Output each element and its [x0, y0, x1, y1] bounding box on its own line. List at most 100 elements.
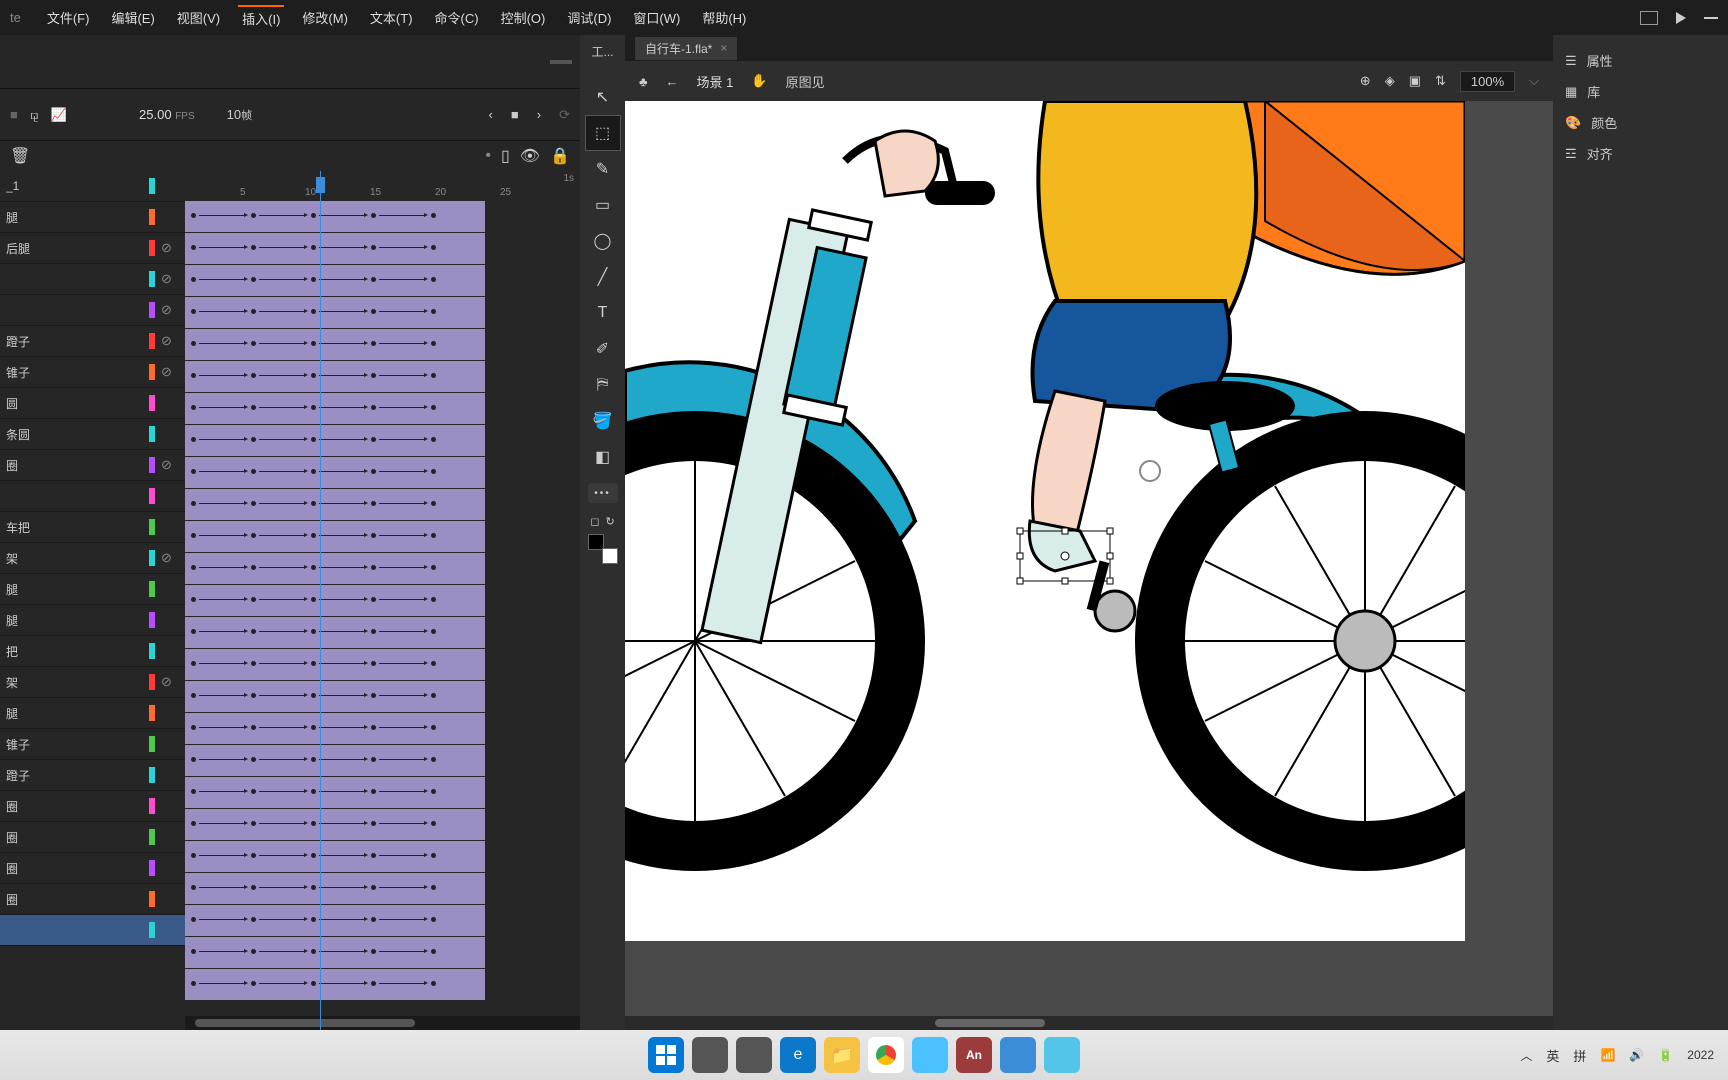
frames-grid[interactable]: 5 10 15 20 25 1s — [185, 171, 580, 1030]
tool-free-transform[interactable]: ⬚ — [585, 115, 621, 151]
close-tab-icon[interactable]: × — [720, 41, 727, 55]
frame-row[interactable] — [185, 873, 485, 904]
hand-icon[interactable]: ✋ — [751, 73, 767, 89]
taskbar-app-blue[interactable] — [1000, 1037, 1036, 1073]
stepper-icon[interactable]: ⇅ — [1435, 73, 1446, 89]
tool-oval[interactable]: ◯ — [585, 223, 621, 259]
zoom-chevron-icon[interactable]: ⌵ — [1529, 73, 1539, 89]
rotate-icon[interactable]: ◈ — [1385, 73, 1395, 89]
menu-text[interactable]: 文本(T) — [366, 6, 417, 29]
frame-row[interactable] — [185, 681, 485, 712]
layer-row[interactable]: 蹬子 — [0, 760, 185, 791]
fps-value[interactable]: 25.00 — [139, 107, 172, 122]
back-icon[interactable]: ← — [666, 74, 679, 89]
layer-row[interactable]: 圈 ⊘ — [0, 450, 185, 481]
taskbar-app-circle[interactable] — [1044, 1037, 1080, 1073]
layer-row[interactable]: ⊘ — [0, 295, 185, 326]
frame-row[interactable] — [185, 489, 485, 520]
frame-row[interactable] — [185, 649, 485, 680]
tool-eyedropper[interactable]: ✐ — [585, 331, 621, 367]
menu-commands[interactable]: 命令(C) — [431, 6, 483, 29]
layer-row[interactable]: ⊘ — [0, 264, 185, 295]
tool-line[interactable]: ╱ — [585, 259, 621, 295]
layer-row[interactable]: 腿 — [0, 698, 185, 729]
battery-icon[interactable]: 🔋 — [1658, 1048, 1673, 1062]
swap-arrow-icon[interactable]: ↻ — [605, 515, 614, 528]
layer-row[interactable]: 车把 — [0, 512, 185, 543]
minimize-icon[interactable] — [1704, 17, 1718, 19]
ime-mode[interactable]: 拼 — [1573, 1046, 1586, 1065]
frame-row[interactable] — [185, 777, 485, 808]
layer-visibility-icon[interactable]: ⊘ — [161, 302, 179, 318]
layer-row[interactable]: 条圆 — [0, 419, 185, 450]
tool-eraser[interactable]: ◧ — [585, 439, 621, 475]
layer-visibility-icon[interactable]: ⊘ — [161, 674, 179, 690]
volume-icon[interactable]: 🔊 — [1629, 1048, 1644, 1062]
layer-visibility-icon[interactable]: ⊘ — [161, 364, 179, 380]
panel-align[interactable]: ☲ 对齐 — [1561, 138, 1720, 169]
tray-chevron-icon[interactable]: ︿ — [1520, 1047, 1532, 1064]
layer-row[interactable] — [0, 481, 185, 512]
layer-row[interactable]: 腿 — [0, 574, 185, 605]
workspace-icon[interactable] — [1640, 11, 1658, 25]
dot-icon[interactable]: • — [485, 147, 491, 165]
current-frame[interactable]: 10 — [227, 107, 241, 122]
frame-row[interactable] — [185, 329, 485, 360]
layer-row[interactable]: 把 — [0, 636, 185, 667]
timeline-ruler[interactable]: 5 10 15 20 25 1s — [185, 171, 580, 201]
graph-icon[interactable]: ⚼ — [30, 107, 39, 123]
tool-brush[interactable]: ✎ — [585, 151, 621, 187]
frame-row[interactable] — [185, 457, 485, 488]
visibility-header-icon[interactable]: 👁 — [520, 146, 540, 166]
taskbar-chrome[interactable] — [868, 1037, 904, 1073]
background-color[interactable] — [602, 548, 618, 564]
layer-row[interactable]: 腿 — [0, 605, 185, 636]
tool-rectangle[interactable]: ▭ — [585, 187, 621, 223]
layer-row[interactable] — [0, 915, 185, 946]
frame-row[interactable] — [185, 585, 485, 616]
taskbar-wechat[interactable] — [912, 1037, 948, 1073]
layer-row[interactable]: _1 — [0, 171, 185, 202]
frame-row[interactable] — [185, 905, 485, 936]
tool-paint-bucket[interactable]: 🪣 — [585, 403, 621, 439]
frame-row[interactable] — [185, 265, 485, 296]
clover-icon[interactable]: ♣ — [639, 74, 648, 89]
clock-year[interactable]: 2022 — [1687, 1048, 1714, 1062]
timeline-h-scrollbar[interactable] — [185, 1016, 580, 1030]
menu-help[interactable]: 帮助(H) — [698, 6, 750, 29]
trash-icon[interactable]: 🗑 — [10, 146, 30, 166]
taskbar-animate[interactable]: An — [956, 1037, 992, 1073]
canvas-viewport[interactable] — [625, 101, 1553, 1016]
frame-row[interactable] — [185, 393, 485, 424]
lock-header-icon[interactable]: 🔒 — [550, 146, 570, 166]
layer-visibility-icon[interactable]: ⊘ — [161, 240, 179, 256]
layer-row[interactable]: 后腿 ⊘ — [0, 233, 185, 264]
layer-visibility-icon[interactable]: ⊘ — [161, 271, 179, 287]
frame-row[interactable] — [185, 201, 485, 232]
menu-debug[interactable]: 调试(D) — [563, 6, 615, 29]
wifi-icon[interactable]: 📶 — [1600, 1048, 1615, 1062]
stage-canvas[interactable] — [625, 101, 1465, 941]
taskbar-edge[interactable]: e — [780, 1037, 816, 1073]
chart-icon[interactable]: 📈 — [51, 107, 67, 123]
frame-row[interactable] — [185, 553, 485, 584]
frame-row[interactable] — [185, 969, 485, 1000]
document-tab[interactable]: 自行车-1.fla* × — [635, 37, 737, 60]
stop-icon[interactable]: ■ — [511, 107, 519, 123]
frame-row[interactable] — [185, 745, 485, 776]
layer-row[interactable]: 锥子 — [0, 729, 185, 760]
layer-row[interactable]: 圈 — [0, 853, 185, 884]
layer-visibility-icon[interactable]: ⊘ — [161, 333, 179, 349]
panel-library[interactable]: ▦ 库 — [1561, 76, 1720, 107]
panel-drag-handle[interactable] — [550, 60, 572, 64]
menu-file[interactable]: 文件(F) — [43, 6, 94, 29]
play-icon[interactable] — [1676, 12, 1686, 24]
scene-name[interactable]: 场景 1 — [697, 72, 734, 91]
taskbar-search[interactable] — [692, 1037, 728, 1073]
ime-lang[interactable]: 英 — [1546, 1046, 1559, 1065]
loop-icon[interactable]: ⟳ — [559, 107, 570, 123]
layer-row[interactable]: 架 ⊘ — [0, 667, 185, 698]
layer-visibility-icon[interactable]: ⊘ — [161, 457, 179, 473]
layer-row[interactable]: 腿 — [0, 202, 185, 233]
frame-row[interactable] — [185, 361, 485, 392]
